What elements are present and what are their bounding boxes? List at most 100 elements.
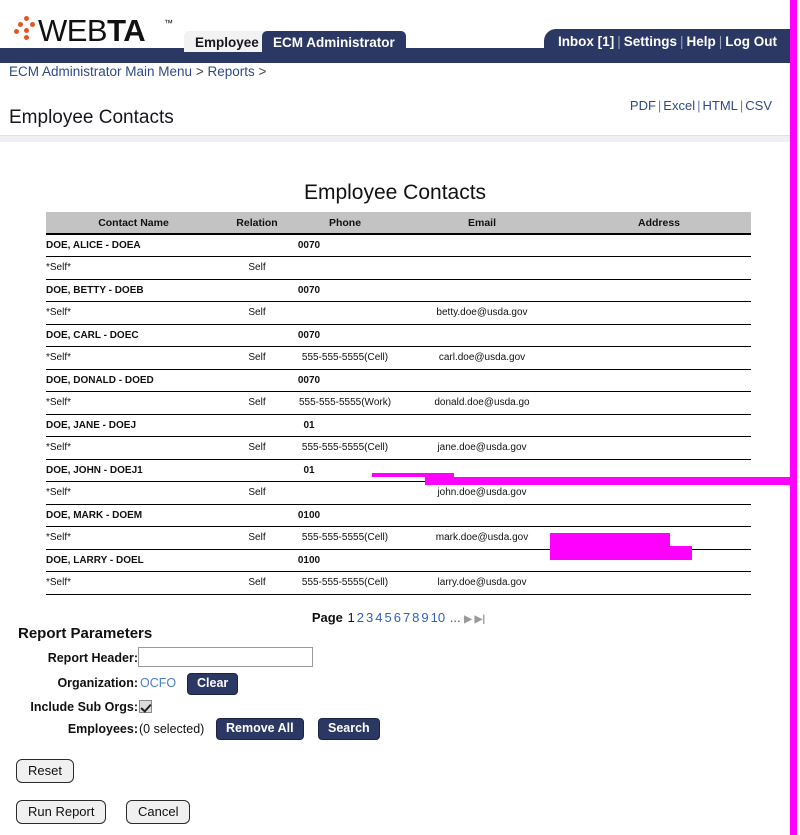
detail-contact-name: *Self* (46, 526, 221, 550)
pagination-page-9[interactable]: 9 (420, 610, 429, 625)
group-contact-name: DOE, MARK - DOEM (46, 504, 221, 527)
detail-relation: Self (221, 301, 293, 325)
group-contact-name: DOE, DONALD - DOED (46, 369, 221, 392)
detail-relation: Self (221, 526, 293, 550)
detail-address (567, 301, 751, 325)
table-header-row: Contact Name Relation Phone Email Addres… (46, 212, 751, 235)
detail-email: larry.doe@usda.gov (397, 571, 567, 595)
pagination-page-2[interactable]: 2 (356, 610, 365, 625)
group-code: 0100 (221, 504, 397, 527)
breadcrumb-sep-2: > (258, 64, 267, 79)
group-address-cell (567, 234, 751, 257)
group-code: 01 (221, 414, 397, 437)
pagination-next-icon[interactable]: ▶ (464, 614, 472, 625)
group-email-cell (397, 504, 567, 527)
group-address-cell (567, 369, 751, 392)
group-address-cell (567, 324, 751, 347)
pagination-last-icon[interactable]: ▶| (472, 614, 486, 625)
search-button[interactable]: Search (318, 718, 380, 740)
nav-settings[interactable]: Settings (624, 34, 677, 49)
table-row-detail: *Self* Self 555-555-5555(Work) donald.doe@u… (46, 391, 751, 415)
detail-email: carl.doe@usda.gov (397, 346, 567, 370)
nav-inbox[interactable]: Inbox [1] (558, 34, 614, 49)
pagination-page-5[interactable]: 5 (383, 610, 392, 625)
nav-log-out[interactable]: Log Out (725, 34, 790, 49)
tab-employee[interactable]: Employee (184, 31, 270, 52)
report-header-input[interactable] (138, 647, 313, 667)
detail-contact-name: *Self* (46, 571, 221, 595)
column-header-email: Email (397, 212, 567, 235)
group-code: 0070 (221, 324, 397, 347)
group-address-cell (567, 414, 751, 437)
breadcrumb-item-reports[interactable]: Reports (207, 64, 254, 79)
group-contact-name: DOE, JOHN - DOEJ1 (46, 459, 221, 482)
nav-sep-3: | (718, 34, 723, 49)
top-bar: WEBTA ™ Employee ECM Administrator Inbox… (0, 0, 790, 63)
detail-address (567, 436, 751, 460)
column-header-address: Address (567, 212, 751, 235)
export-csv-link[interactable]: CSV (745, 98, 772, 113)
utility-nav: Inbox [1] | Settings | Help | Log Out (544, 29, 790, 52)
group-email-cell (397, 324, 567, 347)
table-row-detail: *Self* Self 555-555-5555(Cell) larry.doe@us… (46, 571, 751, 595)
table-row-detail: *Self* Self betty.doe@usda.gov (46, 301, 751, 325)
table-row-detail: *Self* Self 555-555-5555(Cell) carl.doe@usd… (46, 346, 751, 370)
reset-button[interactable]: Reset (16, 759, 74, 783)
table-row-detail: *Self* Self 555-555-5555(Cell) jane.doe@usd… (46, 436, 751, 460)
pagination-page-1: 1 (347, 610, 355, 625)
detail-relation: Self (221, 391, 293, 415)
export-html-link[interactable]: HTML (702, 98, 737, 113)
group-contact-name: DOE, CARL - DOEC (46, 324, 221, 347)
group-code: 01 (221, 459, 397, 482)
webta-logo: WEBTA ™ (14, 13, 174, 50)
include-sub-orgs-checkbox[interactable] (139, 700, 152, 713)
detail-phone (293, 256, 397, 280)
breadcrumb-sep-1: > (195, 64, 204, 79)
table-row-detail: *Self* Self (46, 256, 751, 280)
group-contact-name: DOE, BETTY - DOEB (46, 279, 221, 302)
logo-web-text: WEB (38, 13, 108, 48)
run-report-button[interactable]: Run Report (16, 800, 107, 824)
annotation-mark-mark-upper (550, 533, 670, 547)
breadcrumb: ECM Administrator Main Menu > Reports > (9, 64, 709, 79)
annotation-mark-mark-lower (550, 546, 692, 560)
detail-address (567, 256, 751, 280)
annotation-mark-right-edge (790, 0, 797, 835)
title-divider (0, 135, 790, 142)
table-row-group: DOE, BETTY - DOEB 0070 (46, 279, 751, 302)
detail-contact-name: *Self* (46, 391, 221, 415)
detail-contact-name: *Self* (46, 301, 221, 325)
detail-contact-name: *Self* (46, 256, 221, 280)
pagination-ellipsis: ... (446, 610, 465, 625)
detail-email: donald.doe@usda.go (397, 391, 567, 415)
cancel-button[interactable]: Cancel (126, 800, 191, 824)
group-address-cell (567, 279, 751, 302)
pagination-page-6[interactable]: 6 (393, 610, 402, 625)
detail-address (567, 346, 751, 370)
breadcrumb-item-main-menu[interactable]: ECM Administrator Main Menu (9, 64, 192, 79)
export-excel-link[interactable]: Excel (663, 98, 695, 113)
app-page: WEBTA ™ Employee ECM Administrator Inbox… (0, 0, 800, 835)
table-row-group: DOE, MARK - DOEM 0100 (46, 504, 751, 527)
group-contact-name: DOE, LARRY - DOEL (46, 549, 221, 572)
employees-selected-count: (0 selected) (139, 722, 205, 736)
detail-address (567, 571, 751, 595)
employees-label: Employees: (67, 722, 138, 736)
clear-button[interactable]: Clear (187, 673, 239, 695)
group-email-cell (397, 369, 567, 392)
pagination-page-3[interactable]: 3 (365, 610, 374, 625)
remove-all-button[interactable]: Remove All (216, 718, 304, 740)
column-header-phone: Phone (293, 212, 397, 235)
export-links: PDF | Excel | HTML | CSV (630, 98, 772, 113)
pagination-page-7[interactable]: 7 (402, 610, 411, 625)
nav-help[interactable]: Help (686, 34, 715, 49)
detail-email: jane.doe@usda.gov (397, 436, 567, 460)
page-title: Employee Contacts (9, 107, 174, 128)
tab-ecm-administrator[interactable]: ECM Administrator (262, 31, 406, 52)
pagination-page-10[interactable]: 10 (430, 610, 446, 625)
detail-contact-name: *Self* (46, 346, 221, 370)
table-row-group: DOE, JANE - DOEJ 01 (46, 414, 751, 437)
group-email-cell (397, 414, 567, 437)
detail-phone (293, 481, 397, 505)
export-pdf-link[interactable]: PDF (630, 98, 656, 113)
